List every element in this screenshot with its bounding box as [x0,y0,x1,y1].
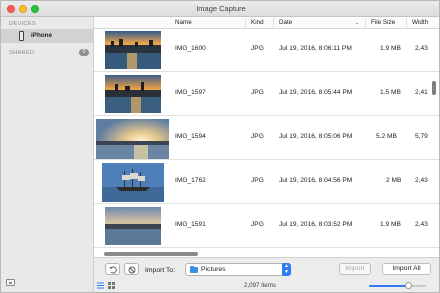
file-name: IMG_1594 [175,133,206,140]
file-name: IMG_1597 [175,89,206,96]
import-button[interactable]: Import [339,263,371,275]
table-row[interactable]: IMG_1594 JPG Jul 19, 2016, 8:05:06 PM 5.… [94,117,439,160]
image-capture-window: Image Capture DEVICES iPhone SHARED 0 Na… [0,0,440,293]
import-destination-select[interactable]: Pictures ▲ ▼ [185,263,291,276]
file-size: 1.5 MB [380,89,401,96]
vertical-scrollbar[interactable] [432,81,436,95]
status-bar: 2,097 items [94,279,439,292]
file-size: 1.9 MB [380,45,401,52]
sort-descending-icon: ⌄ [355,20,360,26]
table-row[interactable]: IMG_1600 JPG Jul 19, 2016, 8:06:11 PM 1.… [94,29,439,72]
list-view-icon[interactable] [97,282,104,289]
file-date: Jul 19, 2016, 8:05:44 PM [279,89,353,96]
column-kind[interactable]: Kind [251,19,264,26]
file-name: IMG_1600 [175,45,206,52]
shared-heading: SHARED [9,50,35,56]
delete-button[interactable] [124,263,139,275]
file-name: IMG_1762 [175,177,206,184]
slider-fill [369,285,409,287]
slider-knob[interactable] [405,282,413,289]
file-size: 1.9 MB [380,221,401,228]
file-name: IMG_1591 [175,221,206,228]
delete-icon [128,266,136,274]
table-row[interactable]: IMG_1591 JPG Jul 19, 2016, 8:03:52 PM 1.… [94,205,439,248]
sidebar-item-iphone[interactable]: iPhone [1,29,94,43]
file-size: 5.2 MB [376,133,397,140]
sidebar-toggle-icon[interactable] [6,279,15,286]
device-label: iPhone [31,32,52,39]
window-title: Image Capture [196,4,246,13]
photo-list[interactable]: IMG_1600 JPG Jul 19, 2016, 8:06:11 PM 1.… [94,29,439,266]
rotate-left-icon [109,266,117,274]
photo-thumbnail [105,75,161,113]
import-to-label: Import To: [145,267,176,274]
horizontal-scrollbar[interactable] [104,252,198,256]
column-file-size[interactable]: File Size [371,19,395,26]
file-width: 2,43 [415,177,428,184]
import-all-button[interactable]: Import All [382,263,431,275]
file-date: Jul 19, 2016, 8:05:06 PM [279,133,353,140]
file-size: 2 MB [386,177,402,184]
photo-thumbnail [105,207,161,245]
table-row[interactable]: IMG_1762 JPG Jul 19, 2016, 8:04:56 PM 2 … [94,161,439,204]
file-width: 2,43 [415,221,428,228]
file-date: Jul 19, 2016, 8:04:56 PM [279,177,353,184]
thumbnail-size-slider[interactable] [369,282,426,289]
table-row[interactable]: IMG_1597 JPG Jul 19, 2016, 8:05:44 PM 1.… [94,73,439,116]
folder-icon [190,266,198,273]
file-date: Jul 19, 2016, 8:03:52 PM [279,221,353,228]
file-kind: JPG [251,89,264,96]
iphone-icon [19,31,24,41]
rotate-left-button[interactable] [105,263,120,275]
select-arrows-icon: ▲ ▼ [282,263,291,276]
file-date: Jul 19, 2016, 8:06:11 PM [279,45,352,52]
sidebar: DEVICES iPhone SHARED 0 [1,17,94,292]
photo-thumbnail [102,163,164,202]
column-name[interactable]: Name [175,19,192,26]
file-kind: JPG [251,45,264,52]
file-kind: JPG [251,177,264,184]
title-bar: Image Capture [1,1,439,17]
file-kind: JPG [251,133,264,140]
column-header: Name Kind Date ⌄ File Size Width [94,17,439,29]
devices-heading: DEVICES [9,21,36,27]
main-content: Name Kind Date ⌄ File Size Width IMG_160… [94,17,439,292]
photo-thumbnail [105,31,161,69]
items-count: 2,097 items [244,282,276,289]
photo-thumbnail [96,119,169,159]
column-width[interactable]: Width [412,19,428,26]
column-date[interactable]: Date [279,19,292,26]
file-width: 5,79 [415,133,428,140]
file-kind: JPG [251,221,264,228]
file-width: 2,41 [415,89,428,96]
shared-count-badge: 0 [79,49,89,56]
import-destination-value: Pictures [201,266,226,273]
grid-view-icon[interactable] [108,282,115,289]
file-width: 2,43 [415,45,428,52]
